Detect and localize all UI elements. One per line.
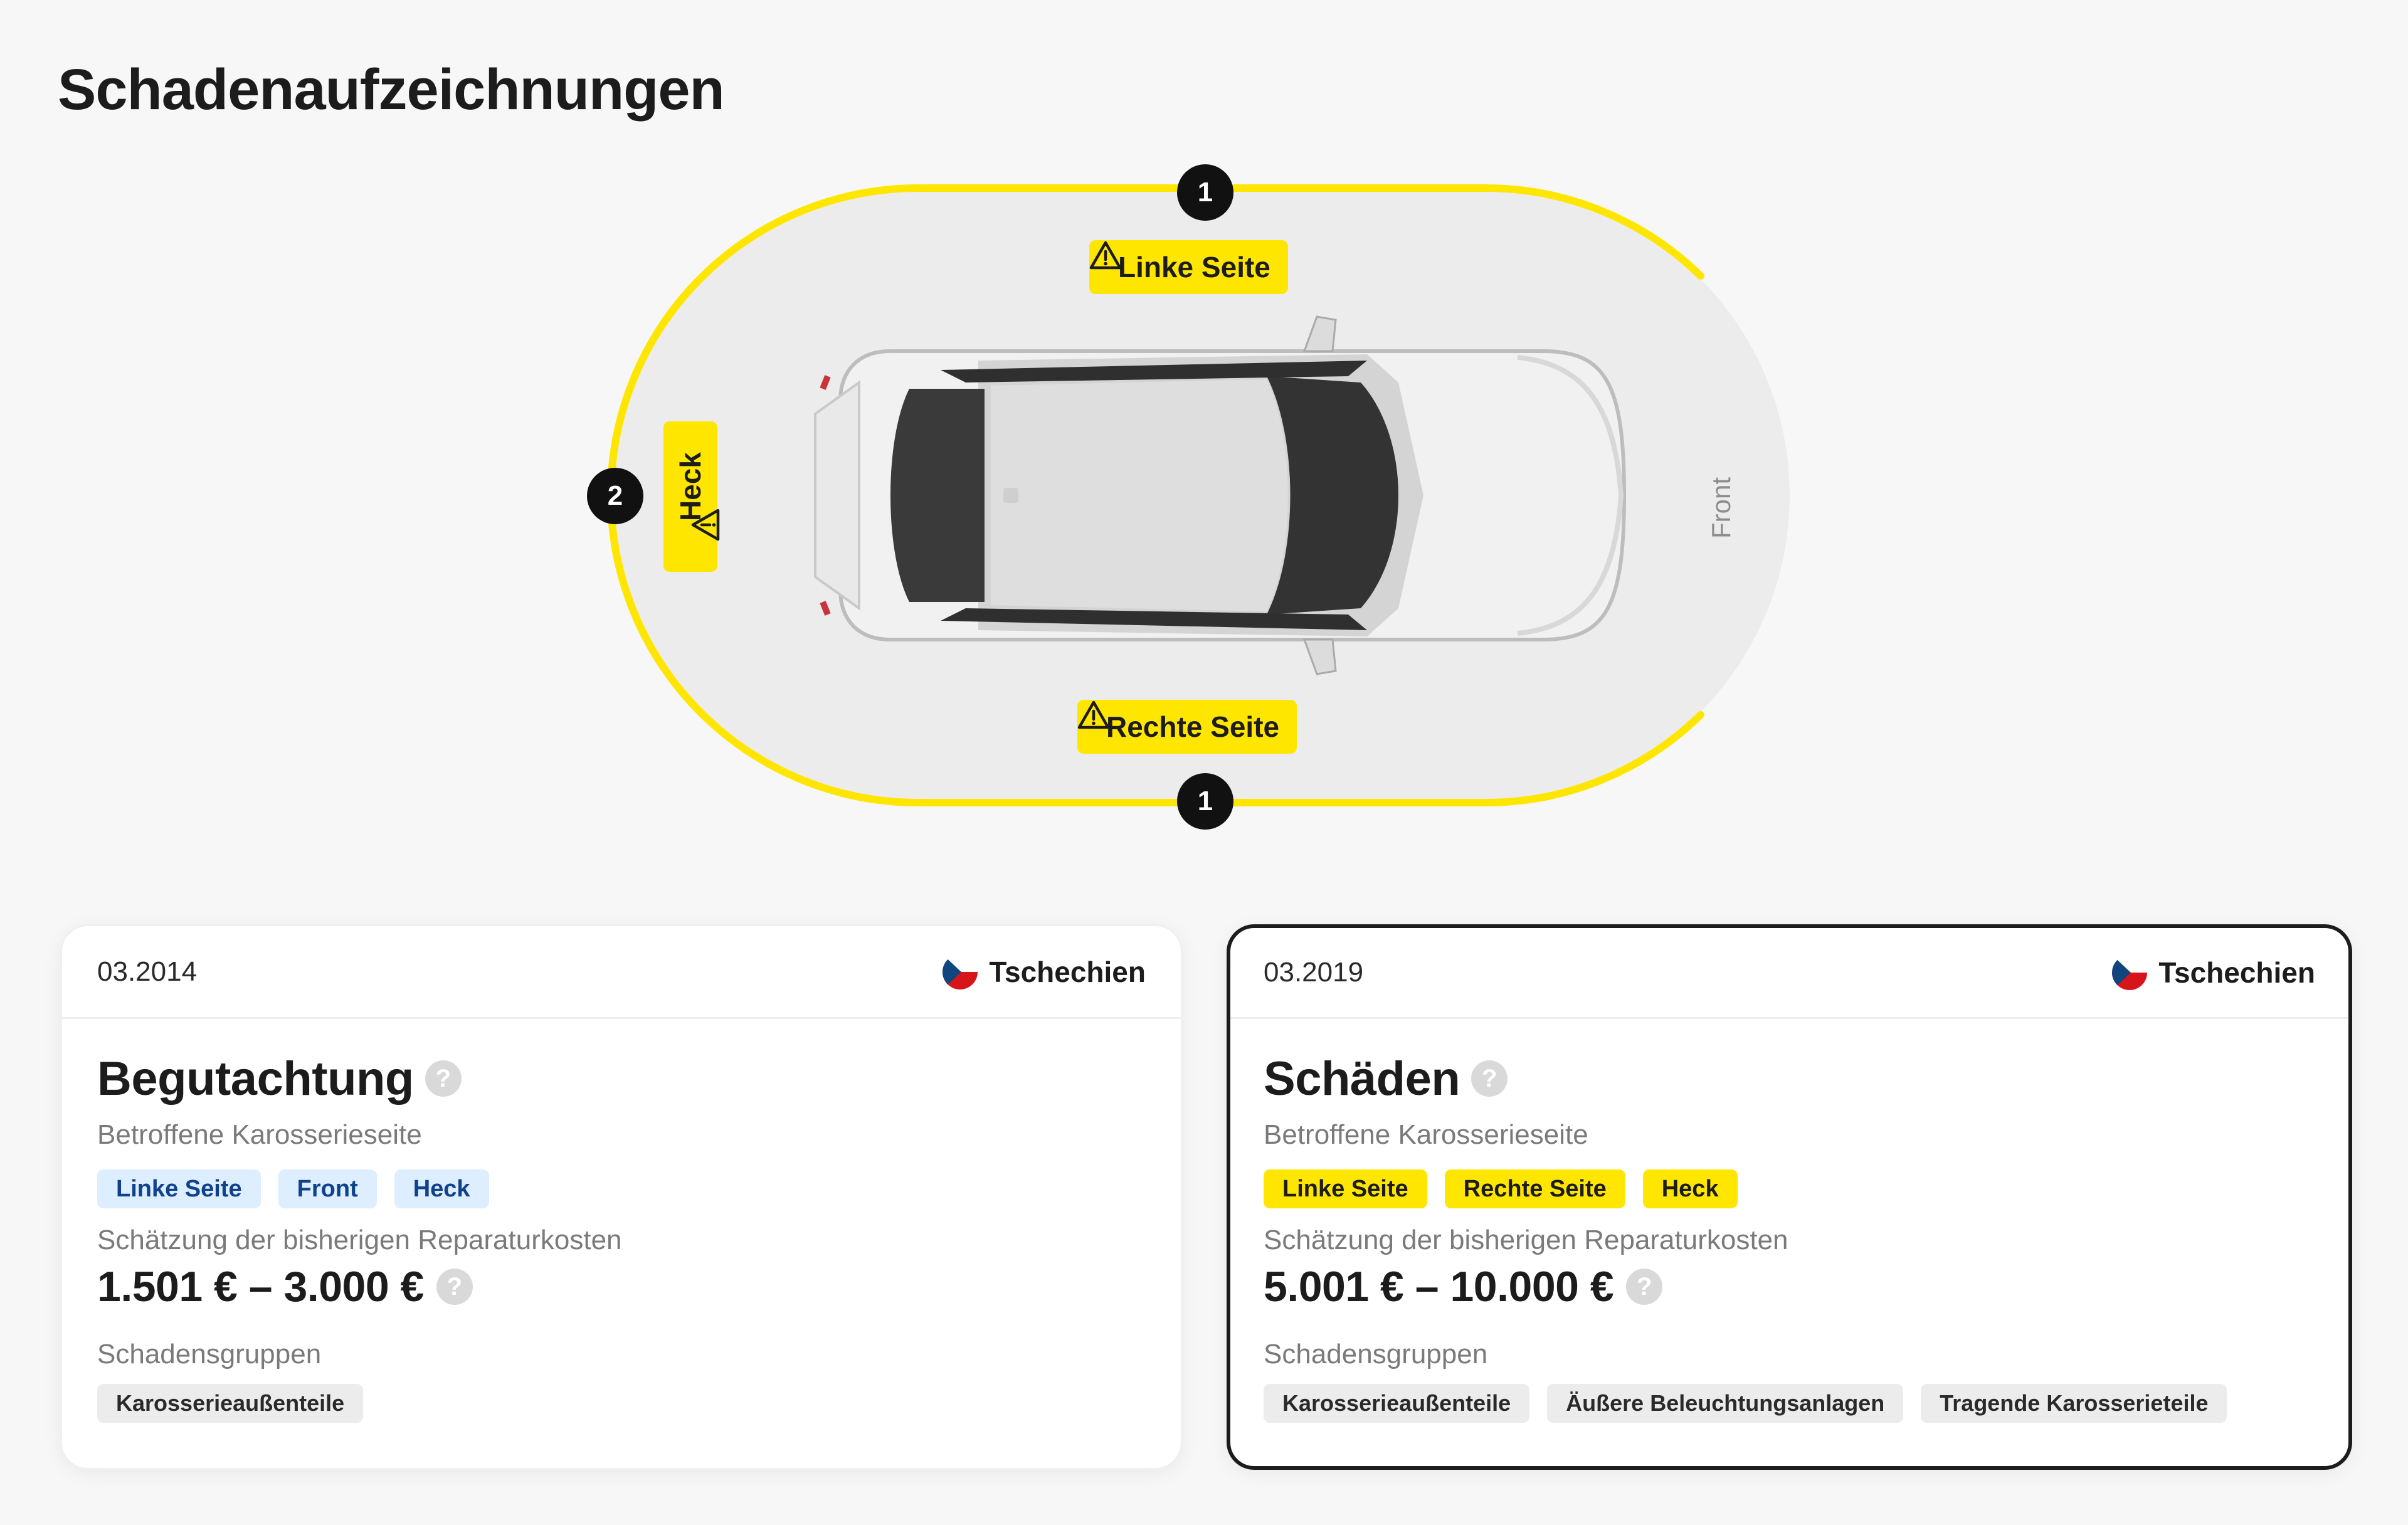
- help-icon[interactable]: ?: [1471, 1060, 1508, 1097]
- record-country: Tschechien: [2112, 955, 2315, 990]
- zone-tag-left-side[interactable]: Linke Seite: [1089, 240, 1288, 294]
- help-icon[interactable]: ?: [1626, 1269, 1663, 1305]
- czech-flag-icon: [2112, 955, 2148, 990]
- car-top-view: [814, 315, 1627, 675]
- zone-tag-label: Heck: [674, 452, 707, 521]
- damage-groups-list: Karosserieaußenteile: [97, 1384, 1146, 1423]
- damage-groups-list: Karosserieaußenteile Äußere Beleuchtungs…: [1264, 1384, 2315, 1423]
- side-chip: Front: [278, 1169, 377, 1208]
- damage-group-chip: Karosserieaußenteile: [1264, 1384, 1530, 1423]
- repair-cost-label: Schätzung der bisherigen Reparaturkosten: [1264, 1225, 1788, 1255]
- front-label: Front: [1706, 477, 1736, 539]
- help-icon[interactable]: ?: [425, 1060, 462, 1097]
- side-chip: Heck: [394, 1169, 489, 1208]
- record-date: 03.2014: [97, 956, 198, 987]
- record-title: Begutachtung: [97, 1052, 414, 1105]
- damage-record-card-selected[interactable]: 03.2019 Tschechien Schäden ? Betroffene …: [1227, 924, 2352, 1470]
- side-chip: Heck: [1642, 1169, 1738, 1208]
- damage-count-left-side[interactable]: 1: [1177, 164, 1233, 221]
- affected-sides-label: Betroffene Karosserieseite: [1264, 1119, 1588, 1150]
- side-chip: Linke Seite: [97, 1169, 261, 1208]
- damage-groups-label: Schadensgruppen: [1264, 1339, 1488, 1369]
- help-icon[interactable]: ?: [436, 1269, 473, 1305]
- affected-sides-label: Betroffene Karosserieseite: [97, 1119, 422, 1150]
- record-country: Tschechien: [943, 954, 1146, 989]
- damage-count-right-side[interactable]: 1: [1177, 773, 1233, 830]
- czech-flag-icon: [943, 954, 978, 989]
- card-header: 03.2014 Tschechien: [62, 926, 1181, 1019]
- side-chip: Linke Seite: [1264, 1169, 1427, 1208]
- zone-tag-label: Rechte Seite: [1106, 710, 1280, 743]
- affected-sides-list: Linke Seite Front Heck: [97, 1169, 1146, 1208]
- record-date: 03.2019: [1264, 957, 1364, 988]
- zone-tag-label: Linke Seite: [1118, 251, 1270, 283]
- affected-sides-list: Linke Seite Rechte Seite Heck: [1264, 1169, 2315, 1208]
- damage-count-rear[interactable]: 2: [587, 468, 643, 524]
- zone-tag-rear[interactable]: Heck: [663, 421, 720, 572]
- side-chip: Rechte Seite: [1444, 1169, 1625, 1208]
- record-title: Schäden: [1264, 1052, 1460, 1105]
- damage-group-chip: Äußere Beleuchtungsanlagen: [1547, 1384, 1904, 1423]
- damage-group-chip: Karosserieaußenteile: [97, 1384, 364, 1423]
- damage-groups-label: Schadensgruppen: [97, 1339, 322, 1369]
- damage-diagram: 1 1 2 Linke Seite Rechte Seite Heck Fron…: [0, 0, 2408, 878]
- damage-group-chip: Tragende Karosserieteile: [1921, 1384, 2227, 1423]
- country-name: Tschechien: [2158, 956, 2315, 989]
- country-name: Tschechien: [989, 955, 1146, 988]
- damage-record-card[interactable]: 03.2014 Tschechien Begutachtung ? Betrof…: [60, 924, 1183, 1470]
- zone-tag-right-side[interactable]: Rechte Seite: [1077, 700, 1297, 754]
- repair-cost-label: Schätzung der bisherigen Reparaturkosten: [97, 1225, 622, 1255]
- repair-cost-value: 1.501 € – 3.000 €: [97, 1263, 424, 1311]
- card-header: 03.2019 Tschechien: [1230, 928, 2348, 1019]
- repair-cost-value: 5.001 € – 10.000 €: [1264, 1263, 1614, 1311]
